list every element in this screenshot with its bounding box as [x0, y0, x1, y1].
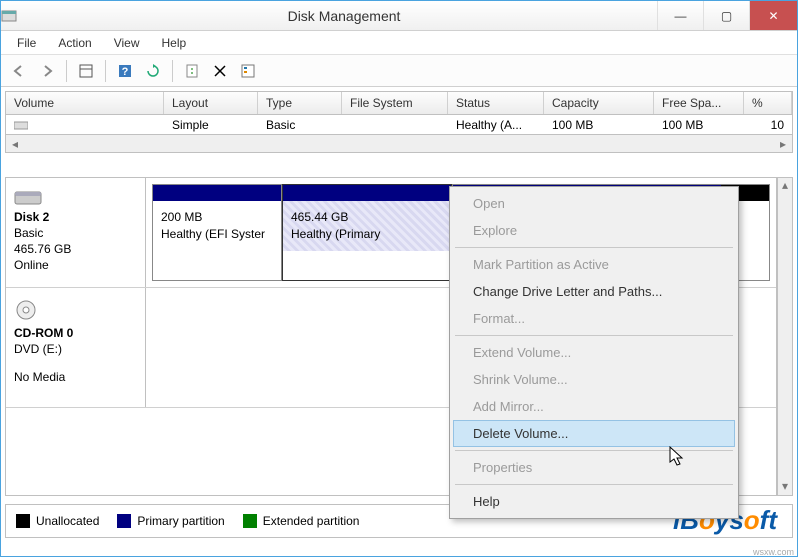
- legend-primary: Primary partition: [117, 514, 224, 529]
- col-layout[interactable]: Layout: [164, 92, 258, 114]
- cdrom-icon: [14, 298, 137, 322]
- menu-file[interactable]: File: [7, 33, 46, 53]
- menu-bar: File Action View Help: [1, 31, 797, 55]
- col-type[interactable]: Type: [258, 92, 342, 114]
- partition-primary[interactable]: 465.44 GB Healthy (Primary: [282, 184, 452, 281]
- partition-efi[interactable]: 200 MB Healthy (EFI Syster: [152, 184, 282, 281]
- col-freespace[interactable]: Free Spa...: [654, 92, 744, 114]
- ctx-properties: Properties: [453, 454, 735, 481]
- menu-action[interactable]: Action: [48, 33, 101, 53]
- disk-icon: [14, 188, 137, 206]
- volume-list-row[interactable]: Simple Basic Healthy (A... 100 MB 100 MB…: [5, 115, 793, 135]
- scroll-down-icon[interactable]: ▾: [778, 479, 792, 495]
- delete-icon[interactable]: [208, 59, 232, 83]
- properties-icon[interactable]: [236, 59, 260, 83]
- menu-help[interactable]: Help: [152, 33, 197, 53]
- disk-2-label[interactable]: Disk 2 Basic 465.76 GB Online: [6, 178, 146, 287]
- col-capacity[interactable]: Capacity: [544, 92, 654, 114]
- col-volume[interactable]: Volume: [6, 92, 164, 114]
- forward-button[interactable]: [35, 59, 59, 83]
- ctx-change-drive-letter[interactable]: Change Drive Letter and Paths...: [453, 278, 735, 305]
- ctx-help[interactable]: Help: [453, 488, 735, 515]
- ctx-explore: Explore: [453, 217, 735, 244]
- footer-credit: wsxw.com: [753, 547, 794, 557]
- col-percent[interactable]: %: [744, 92, 792, 114]
- ctx-format: Format...: [453, 305, 735, 332]
- drive-icon: [14, 120, 28, 130]
- scroll-up-icon[interactable]: ▴: [778, 178, 792, 194]
- ctx-extend-volume: Extend Volume...: [453, 339, 735, 366]
- legend-extended: Extended partition: [243, 514, 360, 529]
- window-title: Disk Management: [31, 8, 657, 24]
- col-status[interactable]: Status: [448, 92, 544, 114]
- cdrom-label[interactable]: CD-ROM 0 DVD (E:) No Media: [6, 288, 146, 407]
- menu-view[interactable]: View: [104, 33, 150, 53]
- close-button[interactable]: ✕: [749, 1, 797, 30]
- back-button[interactable]: [7, 59, 31, 83]
- scroll-left-icon[interactable]: ◂: [6, 137, 24, 151]
- mouse-cursor-icon: [669, 446, 687, 468]
- ctx-delete-volume[interactable]: Delete Volume...: [453, 420, 735, 447]
- volume-list-header: Volume Layout Type File System Status Ca…: [5, 91, 793, 115]
- title-bar: Disk Management — ▢ ✕: [1, 1, 797, 31]
- minimize-button[interactable]: —: [657, 1, 703, 30]
- vertical-scrollbar[interactable]: ▴ ▾: [777, 177, 793, 496]
- toolbar: ?: [1, 55, 797, 87]
- maximize-button[interactable]: ▢: [703, 1, 749, 30]
- horizontal-scrollbar[interactable]: ◂ ▸: [5, 135, 793, 153]
- col-filesystem[interactable]: File System: [342, 92, 448, 114]
- ctx-shrink-volume: Shrink Volume...: [453, 366, 735, 393]
- scroll-right-icon[interactable]: ▸: [774, 137, 792, 151]
- show-hide-button[interactable]: [74, 59, 98, 83]
- refresh-button[interactable]: [141, 59, 165, 83]
- ctx-open: Open: [453, 190, 735, 217]
- settings-button[interactable]: [180, 59, 204, 83]
- legend-unallocated: Unallocated: [16, 514, 99, 529]
- ctx-mark-active: Mark Partition as Active: [453, 251, 735, 278]
- svg-text:?: ?: [122, 66, 129, 78]
- help-button[interactable]: ?: [113, 59, 137, 83]
- context-menu: Open Explore Mark Partition as Active Ch…: [449, 186, 739, 519]
- ctx-add-mirror: Add Mirror...: [453, 393, 735, 420]
- app-icon: [1, 8, 31, 24]
